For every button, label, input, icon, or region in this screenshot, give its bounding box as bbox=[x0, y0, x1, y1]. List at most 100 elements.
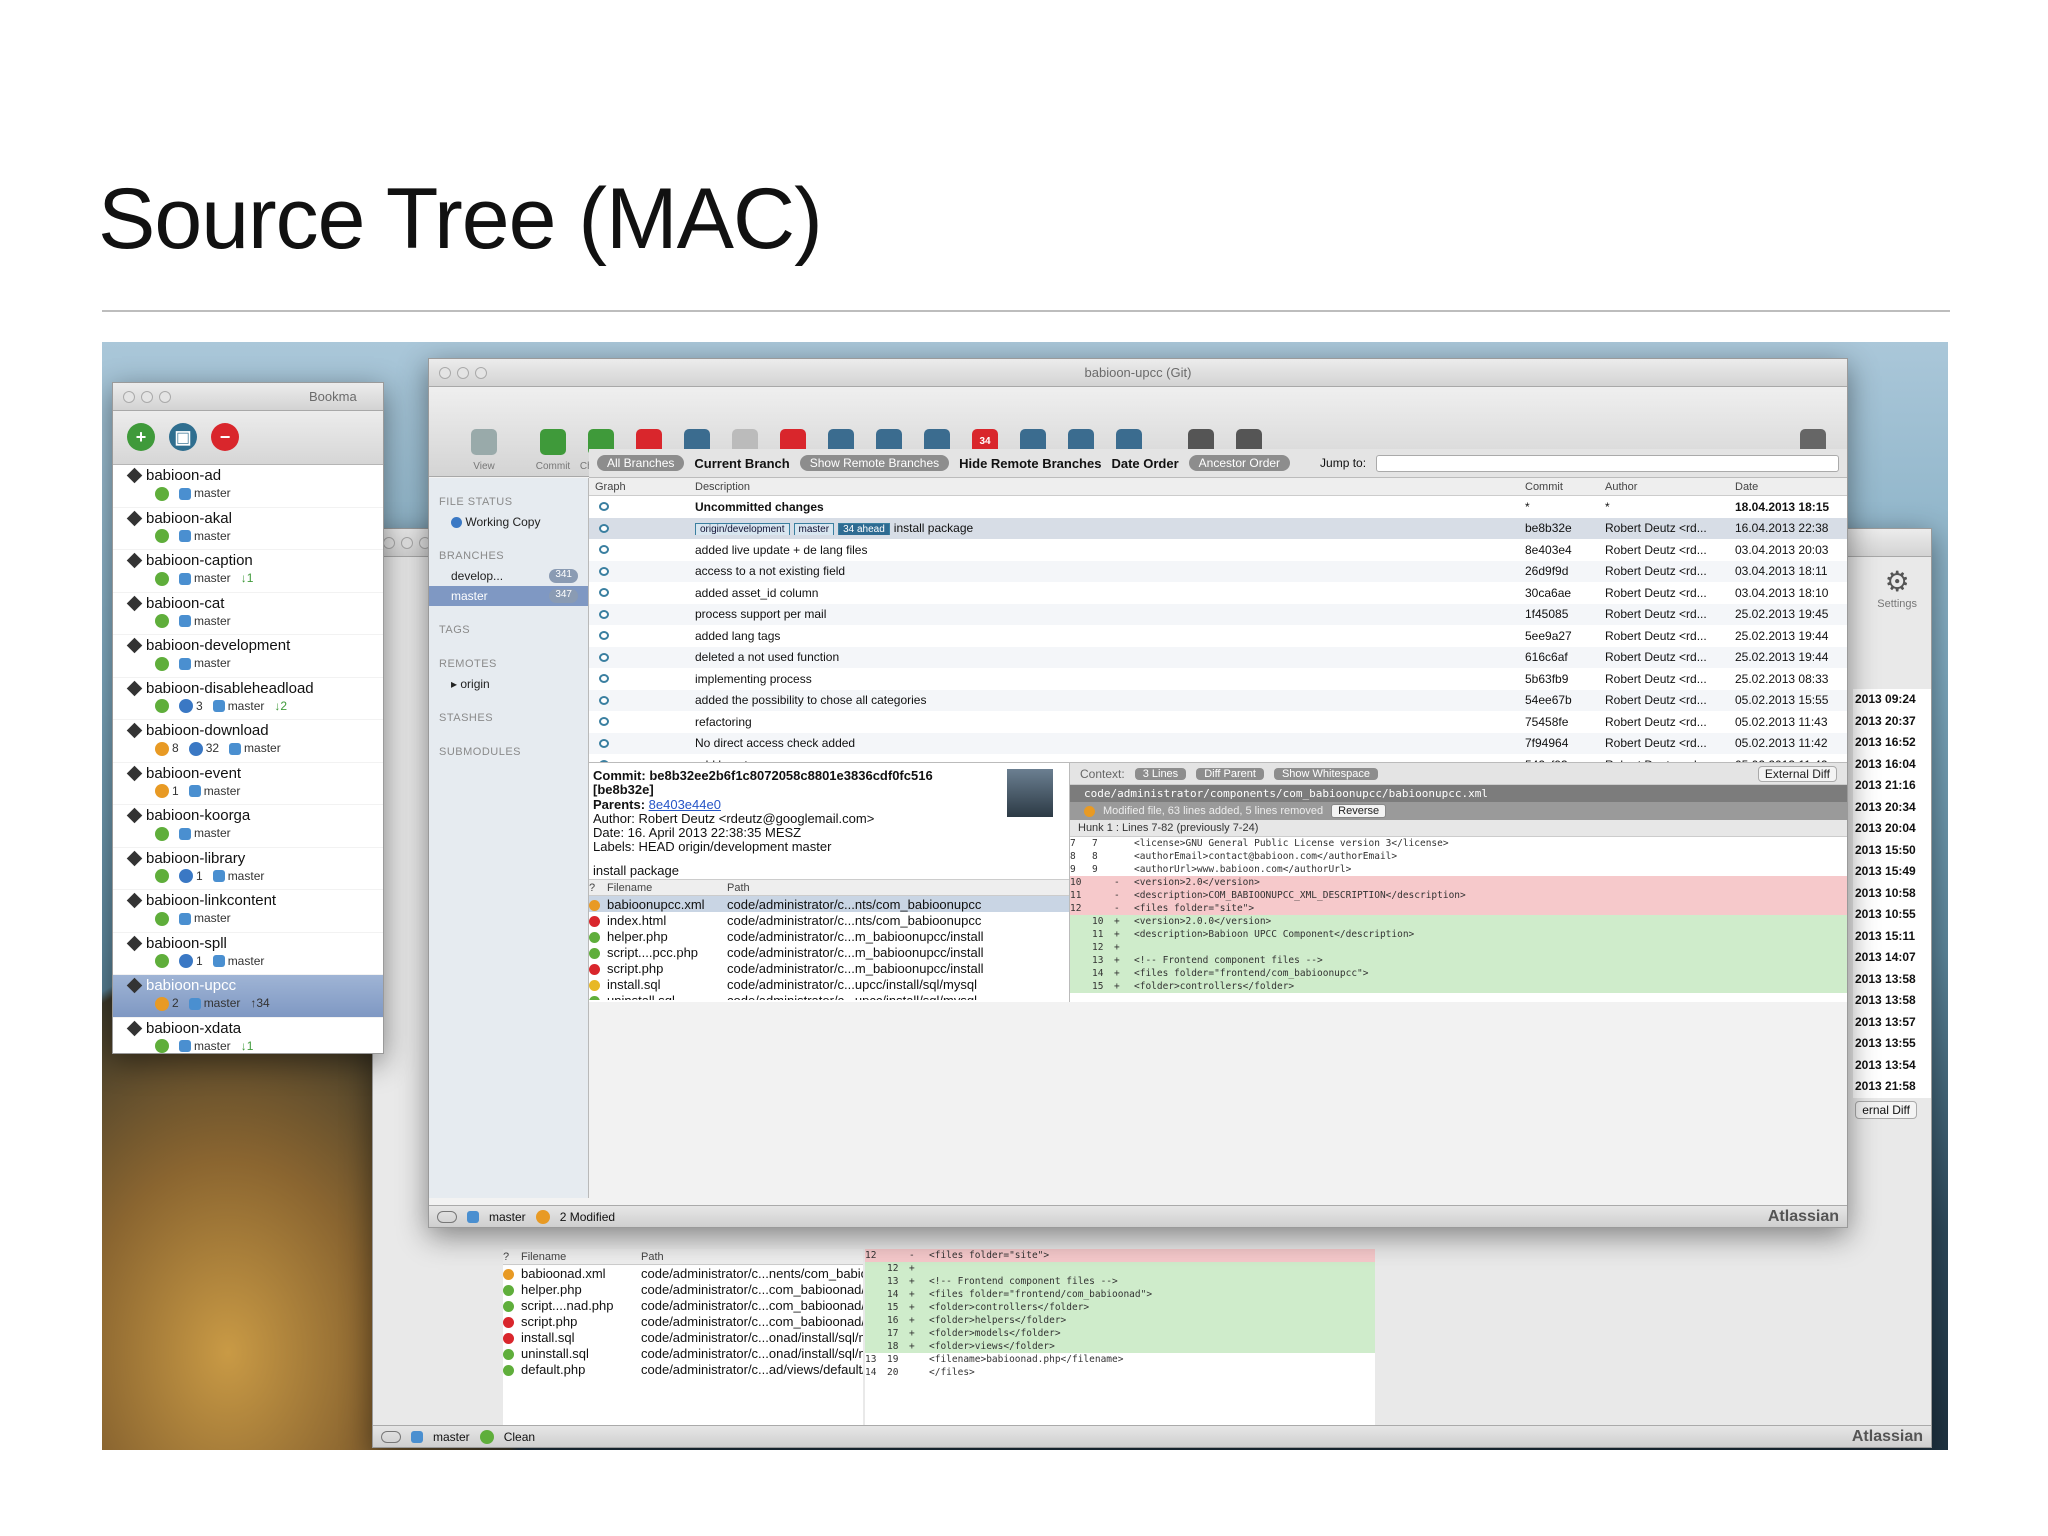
file-row[interactable]: babioonupcc.xml code/administrator/c...nt… bbox=[589, 896, 1069, 912]
repo-item[interactable]: babioon-caption master ↓1 bbox=[113, 550, 383, 593]
reverse-button[interactable]: Reverse bbox=[1331, 804, 1387, 818]
remove-icon[interactable]: − bbox=[211, 423, 239, 451]
repo-item[interactable]: babioon-koorga master bbox=[113, 805, 383, 848]
file-row[interactable]: index.html code/administrator/c...nts/com… bbox=[589, 912, 1069, 928]
show-whitespace-select[interactable]: Show Whitespace bbox=[1273, 767, 1379, 780]
repo-item[interactable]: babioon-spll 1 master bbox=[113, 933, 383, 975]
repo-item[interactable]: babioon-library 1 master bbox=[113, 848, 383, 890]
file-row[interactable]: install.sql code/administrator/c...upcc/i… bbox=[589, 976, 1069, 992]
branch-icon bbox=[411, 1430, 423, 1443]
parent-commit-link[interactable]: 8e403e44e0 bbox=[649, 797, 721, 812]
show-remote-branches-button[interactable]: Show Remote Branches bbox=[799, 455, 950, 471]
file-row[interactable]: helper.php code/administrator/c...m_babio… bbox=[589, 928, 1069, 944]
commit-button[interactable]: Commit bbox=[529, 429, 577, 472]
all-branches-button[interactable]: All Branches bbox=[597, 455, 685, 471]
column-header[interactable]: Commit bbox=[1519, 481, 1599, 493]
column-header[interactable]: Date bbox=[1729, 481, 1839, 493]
repo-item[interactable]: babioon-event 1 master bbox=[113, 763, 383, 805]
column-header[interactable]: Author bbox=[1599, 481, 1729, 493]
commit-row[interactable]: deleted a not used function 616c6af Robert… bbox=[589, 646, 1847, 668]
commit-date-cell: 2013 15:49 bbox=[1855, 864, 1916, 878]
clean-icon bbox=[155, 571, 169, 586]
branch-label: 34 ahead bbox=[838, 523, 890, 536]
repo-name: babioon-spll bbox=[146, 934, 227, 952]
repo-name: babioon-cat bbox=[146, 594, 225, 612]
repo-item[interactable]: babioon-download 8 32 master bbox=[113, 720, 383, 763]
commit-description: added lang tags bbox=[695, 628, 781, 643]
commit-description: access to a not existing field bbox=[695, 564, 846, 579]
repo-item[interactable]: babioon-akal master bbox=[113, 508, 383, 550]
repo-item[interactable]: babioon-cat master bbox=[113, 593, 383, 635]
jump-to-select[interactable] bbox=[1376, 454, 1839, 472]
repo-icon bbox=[126, 467, 143, 484]
hide-remote-branches-button[interactable]: Hide Remote Branches bbox=[959, 456, 1101, 471]
commit-row[interactable]: implementing process 5b63fb9 Robert Deutz … bbox=[589, 668, 1847, 690]
commit-row[interactable]: refactoring 75458fe Robert Deutz <rd... 05.… bbox=[589, 711, 1847, 733]
column-header[interactable]: Graph bbox=[589, 481, 689, 493]
view-button[interactable]: View bbox=[439, 429, 529, 472]
back-settings-button[interactable]: ⚙ Settings bbox=[1877, 565, 1917, 610]
commit-row[interactable]: added the possibility to chose all categ… bbox=[589, 689, 1847, 711]
external-diff-button[interactable]: External Diff bbox=[1757, 765, 1837, 782]
file-row[interactable]: script.php code/administrator/c...com_bab… bbox=[503, 1313, 863, 1329]
working-copy-item[interactable]: Working Copy bbox=[429, 512, 588, 532]
file-row[interactable]: script....pcc.php code/administrator/c...… bbox=[589, 944, 1069, 960]
diff-parent-select[interactable]: Diff Parent bbox=[1196, 767, 1264, 780]
repo-item[interactable]: babioon-ad master bbox=[113, 465, 383, 508]
commit-date-cell: 2013 13:58 bbox=[1855, 971, 1916, 986]
clean-icon bbox=[479, 1429, 494, 1444]
sidebar-toggle-icon[interactable] bbox=[381, 1430, 401, 1443]
sidebar-remote-origin[interactable]: ▸ origin bbox=[429, 674, 588, 694]
commit-row[interactable]: add lang tags542cf93Robert Deutz <rd...0… bbox=[589, 754, 1847, 762]
context-select[interactable]: 3 Lines bbox=[1134, 767, 1187, 780]
clean-icon bbox=[155, 954, 169, 969]
commit-row[interactable]: added live update + de lang files 8e403e4… bbox=[589, 539, 1847, 561]
repo-item[interactable]: babioon-upcc 2 master ↑34 bbox=[113, 975, 383, 1018]
commit-date-cell: 16.04.2013 22:38 bbox=[1735, 521, 1829, 536]
clean-icon bbox=[155, 869, 169, 884]
commit-log-table: Graph Description Commit Author Date Uncommit… bbox=[589, 478, 1847, 762]
sidebar-branch-develop[interactable]: develop... 341 bbox=[429, 566, 588, 586]
current-branch-button[interactable]: Current Branch bbox=[694, 456, 789, 471]
commit-date-cell: 2013 21:16 bbox=[1855, 778, 1916, 792]
commit-row[interactable]: added lang tags 5ee9a27 Robert Deutz <rd..… bbox=[589, 625, 1847, 647]
commit-hash-cell: 616c6af bbox=[1525, 650, 1568, 665]
file-row[interactable]: uninstall.sql code/administrator/c...onad… bbox=[503, 1345, 863, 1361]
ancestor-order-button[interactable]: Ancestor Order bbox=[1188, 455, 1291, 471]
file-row[interactable]: script.php code/administrator/c...m_babio… bbox=[589, 960, 1069, 976]
column-header[interactable]: Description bbox=[689, 481, 1519, 493]
repo-item[interactable]: babioon-development master bbox=[113, 635, 383, 678]
commit-description: process support per mail bbox=[695, 607, 827, 622]
commit-hash-cell: 5ee9a27 bbox=[1525, 628, 1572, 643]
file-row[interactable]: babioonad.xml code/administrator/c...nent… bbox=[503, 1265, 863, 1281]
repo-item[interactable]: babioon-disableheadload 3 master ↓2 bbox=[113, 678, 383, 720]
repo-item[interactable]: babioon-xdata master ↓1 bbox=[113, 1018, 383, 1053]
diff-line: 13 + <!-- Frontend component files --> bbox=[865, 1275, 1375, 1288]
commit-row[interactable]: No direct access check added 7f94964 Rober… bbox=[589, 732, 1847, 754]
commit-row[interactable]: Uncommitted changes * * 18.04.2013 18:15 bbox=[589, 496, 1847, 518]
graph-cell bbox=[589, 717, 689, 727]
commit-date-cell: 2013 14:07 bbox=[1855, 950, 1916, 964]
file-row[interactable]: install.sql code/administrator/c...onad/i… bbox=[503, 1329, 863, 1345]
file-row[interactable]: script....nad.php code/administrator/c...… bbox=[503, 1297, 863, 1313]
commit-node-icon bbox=[599, 738, 609, 748]
add-repository-icon[interactable]: + bbox=[127, 423, 155, 451]
commit-row[interactable]: origin/development master 34 ahead install … bbox=[589, 517, 1847, 539]
date-order-button[interactable]: Date Order bbox=[1111, 456, 1178, 471]
repository-list: babioon-ad master babioon-akal master babioo… bbox=[113, 465, 383, 1053]
file-row[interactable]: uninstall.sql code/administrator/c...upcc… bbox=[589, 992, 1069, 1000]
file-row[interactable]: helper.php code/administrator/c...com_bab… bbox=[503, 1281, 863, 1297]
commit-row[interactable]: access to a not existing field 26d9f9d Rob… bbox=[589, 560, 1847, 582]
file-path: code/administrator/c...nents/com_babioon… bbox=[641, 1265, 863, 1281]
commit-row[interactable]: added asset_id column 30ca6ae Robert Deutz… bbox=[589, 582, 1847, 604]
sidebar-toggle-icon[interactable] bbox=[437, 1210, 457, 1223]
repo-item[interactable]: babioon-linkcontent master bbox=[113, 890, 383, 933]
commit-row[interactable]: process support per mail 1f45085 Robert De… bbox=[589, 603, 1847, 625]
commit-author-cell: Robert Deutz <rd... bbox=[1605, 607, 1707, 622]
sidebar-branch-master[interactable]: master 347 bbox=[429, 586, 588, 606]
commit-date-cell: 2013 13:54 bbox=[1855, 1057, 1916, 1072]
graph-cell bbox=[589, 502, 689, 512]
add-folder-icon[interactable]: ▣ bbox=[169, 423, 197, 451]
file-row[interactable]: default.php code/administrator/c...ad/vie… bbox=[503, 1361, 863, 1377]
back-external-diff-button[interactable]: ernal Diff bbox=[1855, 1101, 1917, 1119]
